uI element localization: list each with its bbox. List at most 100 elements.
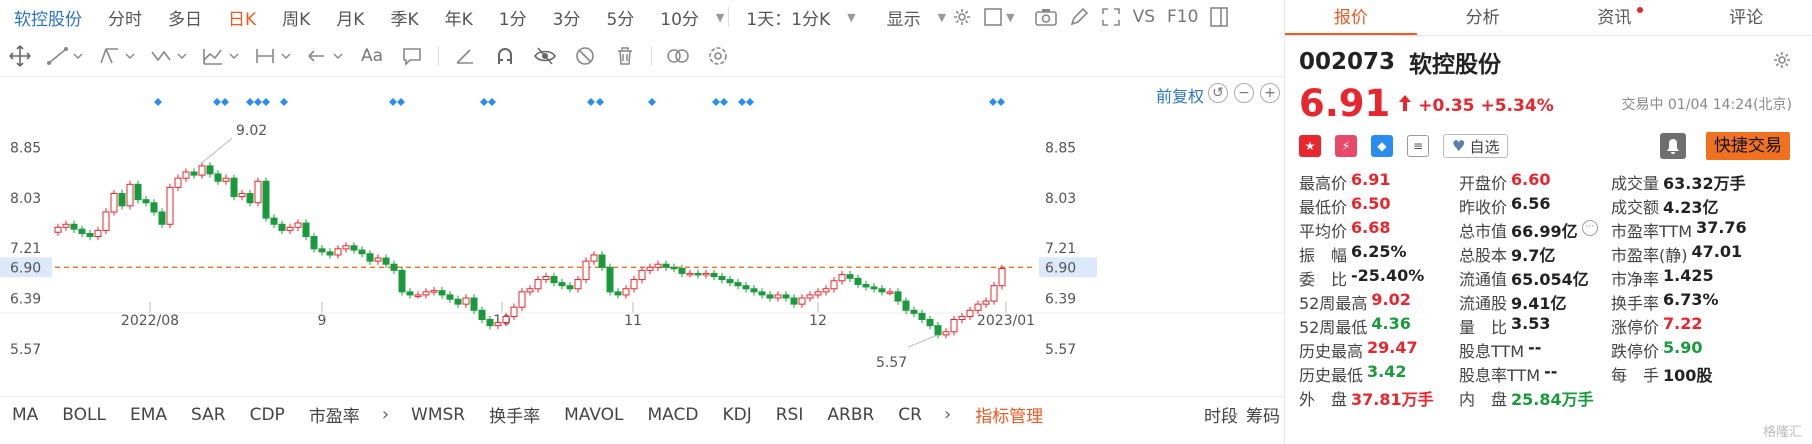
tab-comments[interactable]: 评论	[1680, 0, 1812, 35]
adjust-mode-button[interactable]: 前复权	[1156, 83, 1204, 107]
fib-tool-icon[interactable]	[196, 41, 248, 71]
panel-toggle-icon[interactable]	[1204, 7, 1234, 27]
kline-chart[interactable]: 8.85 8.85 8.03 8.03 7.21 7.21 6.90 6.90 6.39 6.39…	[0, 76, 1284, 382]
event-marker-icon	[213, 98, 221, 106]
interval-select[interactable]: 1天：1分K	[733, 5, 843, 30]
add-watchlist-button[interactable]: ♥ 自选	[1443, 134, 1509, 158]
quick-trade-button[interactable]: 快捷交易	[1706, 132, 1790, 160]
tab-daily-k[interactable]: 日K	[215, 5, 269, 30]
candle-body	[462, 297, 470, 305]
zoom-out-icon[interactable]: −	[1234, 83, 1254, 103]
stat-cell: 委 比 -25.40%	[1299, 266, 1459, 290]
candle-body	[926, 319, 934, 327]
indicator-wmsr[interactable]: WMSR	[399, 405, 477, 425]
indicator-manage-button[interactable]: 指标管理	[961, 402, 1057, 427]
tag-icon[interactable]: ◆	[1371, 135, 1393, 157]
tab-intraday[interactable]: 分时	[95, 5, 155, 30]
chevron-down-icon[interactable]: ▼	[938, 11, 946, 24]
indicator-ema[interactable]: EMA	[118, 405, 179, 425]
candle-body	[126, 183, 134, 207]
stat-value: 47.01	[1691, 242, 1743, 261]
candle-body	[62, 223, 70, 228]
tab-weekly-k[interactable]: 周K	[269, 5, 323, 30]
reset-icon[interactable]: ↺	[1208, 83, 1228, 103]
tab-monthly-k[interactable]: 月K	[323, 5, 377, 30]
move-icon[interactable]	[0, 41, 40, 71]
candle-body	[438, 290, 446, 296]
pencil-icon[interactable]	[1063, 7, 1095, 27]
stat-cell: 股息率TTM --	[1459, 362, 1611, 386]
angle-tool-icon[interactable]	[445, 41, 485, 71]
candle-body	[614, 291, 622, 296]
indicator-rsi[interactable]: RSI	[764, 405, 816, 425]
square-icon[interactable]: ▼	[978, 8, 1020, 26]
bell-icon[interactable]	[1660, 133, 1686, 159]
tab-quote[interactable]: 报价	[1285, 0, 1417, 35]
candle-body	[966, 309, 974, 317]
candle-body	[230, 177, 238, 198]
indicator-mavol[interactable]: MAVOL	[552, 405, 635, 425]
event-marker-icon	[397, 98, 405, 106]
indicator-macd[interactable]: MACD	[636, 405, 711, 425]
text-tool-icon[interactable]: Aa	[352, 41, 392, 71]
stat-label: 委 比	[1299, 270, 1348, 289]
f10-button[interactable]: F10	[1161, 7, 1204, 27]
gear-icon[interactable]	[946, 7, 978, 27]
fullscreen-icon[interactable]	[1095, 7, 1127, 27]
kline-svg[interactable]: 8.85 8.85 8.03 8.03 7.21 7.21 6.90 6.90 6.39 6.39…	[0, 77, 1284, 383]
candle-body	[550, 275, 558, 284]
tab-1min[interactable]: 1分	[486, 5, 540, 30]
tab-multi-day[interactable]: 多日	[155, 5, 215, 30]
tab-analysis[interactable]: 分析	[1417, 0, 1549, 35]
candle-body	[270, 217, 278, 225]
arrow-tool-icon[interactable]	[300, 41, 352, 71]
indicator-ma[interactable]: MA	[0, 405, 50, 425]
stock-name-tab[interactable]: 软控股份	[0, 5, 95, 30]
toggle-icon[interactable]	[658, 41, 698, 71]
indicator-cr[interactable]: CR	[886, 405, 934, 425]
candle-body	[158, 211, 166, 225]
vs-button[interactable]: VS	[1127, 7, 1161, 27]
tab-news[interactable]: 资讯	[1549, 0, 1681, 35]
trash-icon[interactable]	[605, 41, 645, 71]
comment-tool-icon[interactable]	[392, 41, 432, 71]
hide-icon[interactable]	[565, 41, 605, 71]
chevron-right-icon[interactable]: ›	[372, 404, 399, 425]
channel-tool-icon[interactable]	[92, 41, 144, 71]
camera-icon[interactable]	[1029, 8, 1063, 26]
chevron-down-icon[interactable]: ▼	[847, 11, 855, 24]
tab-yearly-k[interactable]: 年K	[432, 5, 486, 30]
indicator-arbr[interactable]: ARBR	[815, 405, 886, 425]
period-range-button[interactable]: 时段	[1200, 402, 1242, 427]
tab-5min[interactable]: 5分	[593, 5, 647, 30]
chevron-right-icon[interactable]: ›	[934, 404, 961, 425]
tab-3min[interactable]: 3分	[540, 5, 594, 30]
line-tool-icon[interactable]	[40, 41, 92, 71]
indicator-cdp[interactable]: CDP	[238, 405, 297, 425]
draw-settings-icon[interactable]	[698, 41, 738, 71]
lock-eye-icon[interactable]	[525, 41, 565, 71]
tab-quarterly-k[interactable]: 季K	[377, 5, 431, 30]
indicator-pe[interactable]: 市盈率	[297, 402, 372, 427]
stat-label: 最低价	[1299, 198, 1348, 217]
candle-body	[262, 180, 270, 219]
runner-icon[interactable]: ⚡	[1335, 135, 1357, 157]
measure-tool-icon[interactable]	[248, 41, 300, 71]
candle-body	[822, 288, 830, 293]
chip-distribution-button[interactable]: 筹码	[1242, 402, 1284, 427]
chevron-down-icon[interactable]: ▼	[716, 11, 724, 24]
wave-tool-icon[interactable]	[144, 41, 196, 71]
magnet-icon[interactable]	[485, 41, 525, 71]
indicator-boll[interactable]: BOLL	[50, 405, 118, 425]
more-icon[interactable]: ···	[1581, 220, 1598, 236]
indicator-turnover[interactable]: 换手率	[477, 402, 552, 427]
display-menu[interactable]: 显示	[874, 5, 934, 30]
candle-body	[254, 180, 262, 204]
tab-10min[interactable]: 10分	[647, 5, 712, 30]
china-flag-icon: ★	[1299, 135, 1321, 157]
gear-icon[interactable]	[1772, 50, 1792, 74]
indicator-sar[interactable]: SAR	[179, 405, 238, 425]
zoom-in-icon[interactable]: +	[1260, 83, 1280, 103]
document-icon[interactable]: ≡	[1407, 135, 1429, 157]
indicator-kdj[interactable]: KDJ	[710, 405, 763, 425]
